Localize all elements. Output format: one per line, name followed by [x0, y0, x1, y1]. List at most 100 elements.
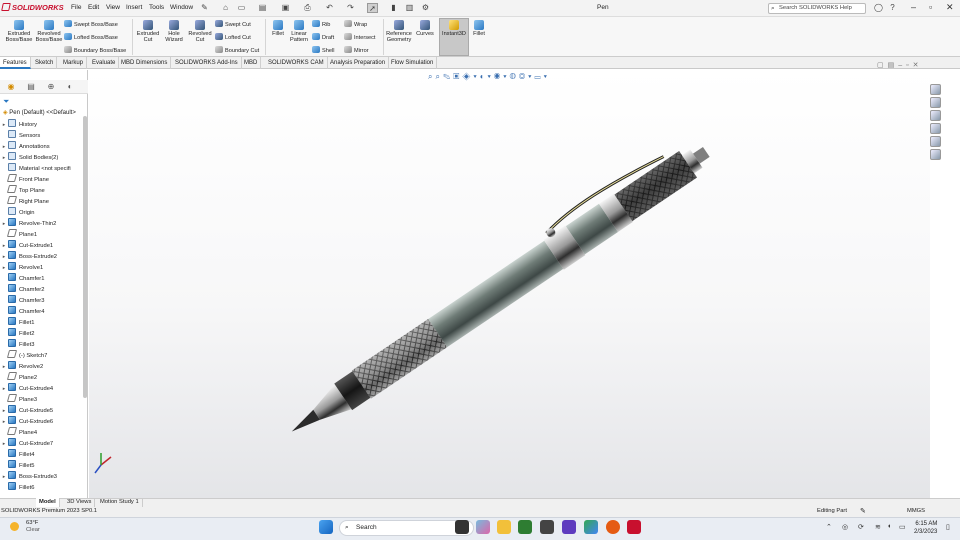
tree-item[interactable]: (-) Sketch7 [0, 350, 47, 361]
tree-item[interactable]: Plane3 [0, 394, 37, 405]
menu-tools[interactable]: Tools [149, 4, 164, 11]
display-manager-tab-icon[interactable]: ◐ [64, 82, 76, 92]
reference-geometry-button[interactable]: Reference Geometry [385, 20, 413, 44]
tab-flow-simulation[interactable]: Flow Simulation [388, 57, 438, 69]
options-gear-icon[interactable]: ⚙ [420, 3, 431, 13]
notification-icon[interactable]: ▯ [946, 523, 950, 531]
resources-icon[interactable] [930, 97, 941, 108]
tree-item[interactable]: ▸ History [0, 119, 37, 130]
tab-motion-study-1[interactable]: Motion Study 1 [97, 498, 143, 507]
tree-item[interactable]: ▸ Boss-Extrude2 [0, 251, 57, 262]
select-icon[interactable]: ➚ [367, 3, 378, 13]
extruded-boss-button[interactable]: Extruded Boss/Base [4, 20, 34, 44]
linear-pattern-button[interactable]: Linear Pattern [288, 20, 310, 44]
intersect-button[interactable]: Intersect [344, 33, 375, 41]
rebuild-icon[interactable]: ▮ [388, 3, 399, 13]
tree-item[interactable]: ▸ Boss-Extrude3 [0, 471, 57, 482]
draft-button[interactable]: Draft [312, 33, 334, 41]
sync-icon[interactable]: ⟳ [858, 523, 864, 531]
tree-item[interactable]: Plane4 [0, 427, 37, 438]
configuration-manager-tab-icon[interactable]: ⊕ [45, 82, 57, 92]
wifi-icon[interactable]: ≋ [875, 523, 881, 531]
tree-item[interactable]: Origin [0, 207, 34, 218]
tree-item[interactable]: Fillet3 [0, 339, 34, 350]
network-icon[interactable]: ◎ [842, 523, 848, 531]
tree-item[interactable]: Material <not specifi [0, 163, 71, 174]
tree-item[interactable]: Front Plane [0, 174, 49, 185]
tree-item[interactable]: Fillet2 [0, 328, 34, 339]
property-manager-tab-icon[interactable]: ▤ [25, 82, 37, 92]
menu-insert[interactable]: Insert [126, 4, 142, 11]
design-library-icon[interactable] [930, 110, 941, 121]
minimize-button[interactable]: – [911, 2, 916, 12]
app-icon[interactable] [540, 520, 554, 534]
edge-icon[interactable] [584, 520, 598, 534]
tree-item[interactable]: ▸ Cut-Extrude1 [0, 240, 53, 251]
tree-item[interactable]: Chamfer3 [0, 295, 44, 306]
tab-model[interactable]: Model [36, 498, 60, 507]
windows-start-icon[interactable] [319, 520, 333, 534]
tab-solidworks-add-ins[interactable]: SOLIDWORKS Add-Ins [172, 57, 242, 69]
undo-icon[interactable]: ↶ [324, 3, 335, 13]
tree-item[interactable]: Plane1 [0, 229, 37, 240]
revolved-cut-button[interactable]: Revolved Cut [187, 20, 213, 44]
save-icon[interactable]: ▣ [280, 3, 291, 13]
tree-root-part[interactable]: ◈ Pen (Default) <<Default> [3, 109, 76, 116]
menu-view[interactable]: View [106, 4, 120, 11]
edit-icon[interactable]: ✎ [860, 507, 866, 515]
copilot-icon[interactable] [476, 520, 490, 534]
revolved-boss-button[interactable]: Revolved Boss/Base [34, 20, 64, 44]
solidworks-taskbar-icon[interactable] [627, 520, 641, 534]
tree-item[interactable]: ▸ Solid Bodies(2) [0, 152, 58, 163]
tree-item[interactable]: ▸ Cut-Extrude4 [0, 383, 53, 394]
firefox-icon[interactable] [606, 520, 620, 534]
tab-mbd[interactable]: MBD [241, 57, 262, 69]
mirror-button[interactable]: Mirror [344, 46, 369, 54]
file-explorer-icon[interactable] [930, 123, 941, 134]
tab-mbd-dimensions[interactable]: MBD Dimensions [118, 57, 172, 69]
swept-cut-button[interactable]: Swept Cut [215, 20, 251, 28]
taskbar-clock[interactable]: 6:15 AM 2/3/2023 [914, 520, 937, 536]
rib-button[interactable]: Rib [312, 20, 330, 28]
tab-evaluate[interactable]: Evaluate [89, 57, 120, 69]
tree-item[interactable]: Sensors [0, 130, 40, 141]
tree-item[interactable]: Fillet6 [0, 482, 34, 493]
tree-item[interactable]: Fillet1 [0, 317, 34, 328]
home-icon[interactable]: ⌂ [220, 3, 231, 13]
file-properties-icon[interactable]: ▥ [404, 3, 415, 13]
menu-edit[interactable]: Edit [88, 4, 99, 11]
tree-item[interactable]: Plane2 [0, 372, 37, 383]
battery-icon[interactable]: ▭ [899, 523, 906, 531]
wrap-button[interactable]: Wrap [344, 20, 367, 28]
help-icon[interactable]: ? [887, 3, 898, 13]
volume-icon[interactable]: ◖ [887, 523, 891, 530]
tree-item[interactable]: ▸ Revolve1 [0, 262, 43, 273]
tree-item[interactable]: Fillet5 [0, 460, 34, 471]
tree-item[interactable]: ▸ Cut-Extrude5 [0, 405, 53, 416]
redo-icon[interactable]: ↷ [345, 3, 356, 13]
taskbar-search[interactable]: ⌕ Search [339, 520, 474, 536]
tree-item[interactable]: Top Plane [0, 185, 45, 196]
fillet-shortcut-button[interactable]: Fillet [471, 20, 487, 37]
unit-system[interactable]: MMGS [907, 508, 925, 514]
file-explorer-icon[interactable] [497, 520, 511, 534]
swept-boss-button[interactable]: Swept Boss/Base [64, 20, 118, 28]
user-icon[interactable]: ◯ [873, 3, 884, 13]
visual-studio-icon[interactable] [562, 520, 576, 534]
open-icon[interactable]: ▤ [257, 3, 268, 13]
menu-window[interactable]: Window [170, 4, 193, 11]
boundary-boss-button[interactable]: Boundary Boss/Base [64, 46, 126, 54]
tree-item[interactable]: Right Plane [0, 196, 49, 207]
tab-markup[interactable]: Markup [60, 57, 88, 69]
fillet-button[interactable]: Fillet [268, 20, 288, 37]
shell-button[interactable]: Shell [312, 46, 334, 54]
lofted-boss-button[interactable]: Lofted Boss/Base [64, 33, 118, 41]
chevron-up-icon[interactable]: ⌃ [826, 523, 832, 531]
print-icon[interactable]: ⎙ [302, 3, 313, 13]
view-palette-icon[interactable] [930, 136, 941, 147]
boundary-cut-button[interactable]: Boundary Cut [215, 46, 259, 54]
filter-icon[interactable]: ⏷ [3, 97, 9, 107]
tree-item[interactable]: ▸ Cut-Extrude7 [0, 438, 53, 449]
maximize-button[interactable]: ▫ [929, 2, 932, 12]
viewport-window-controls[interactable]: ▢▤–▫✕ [877, 61, 922, 69]
